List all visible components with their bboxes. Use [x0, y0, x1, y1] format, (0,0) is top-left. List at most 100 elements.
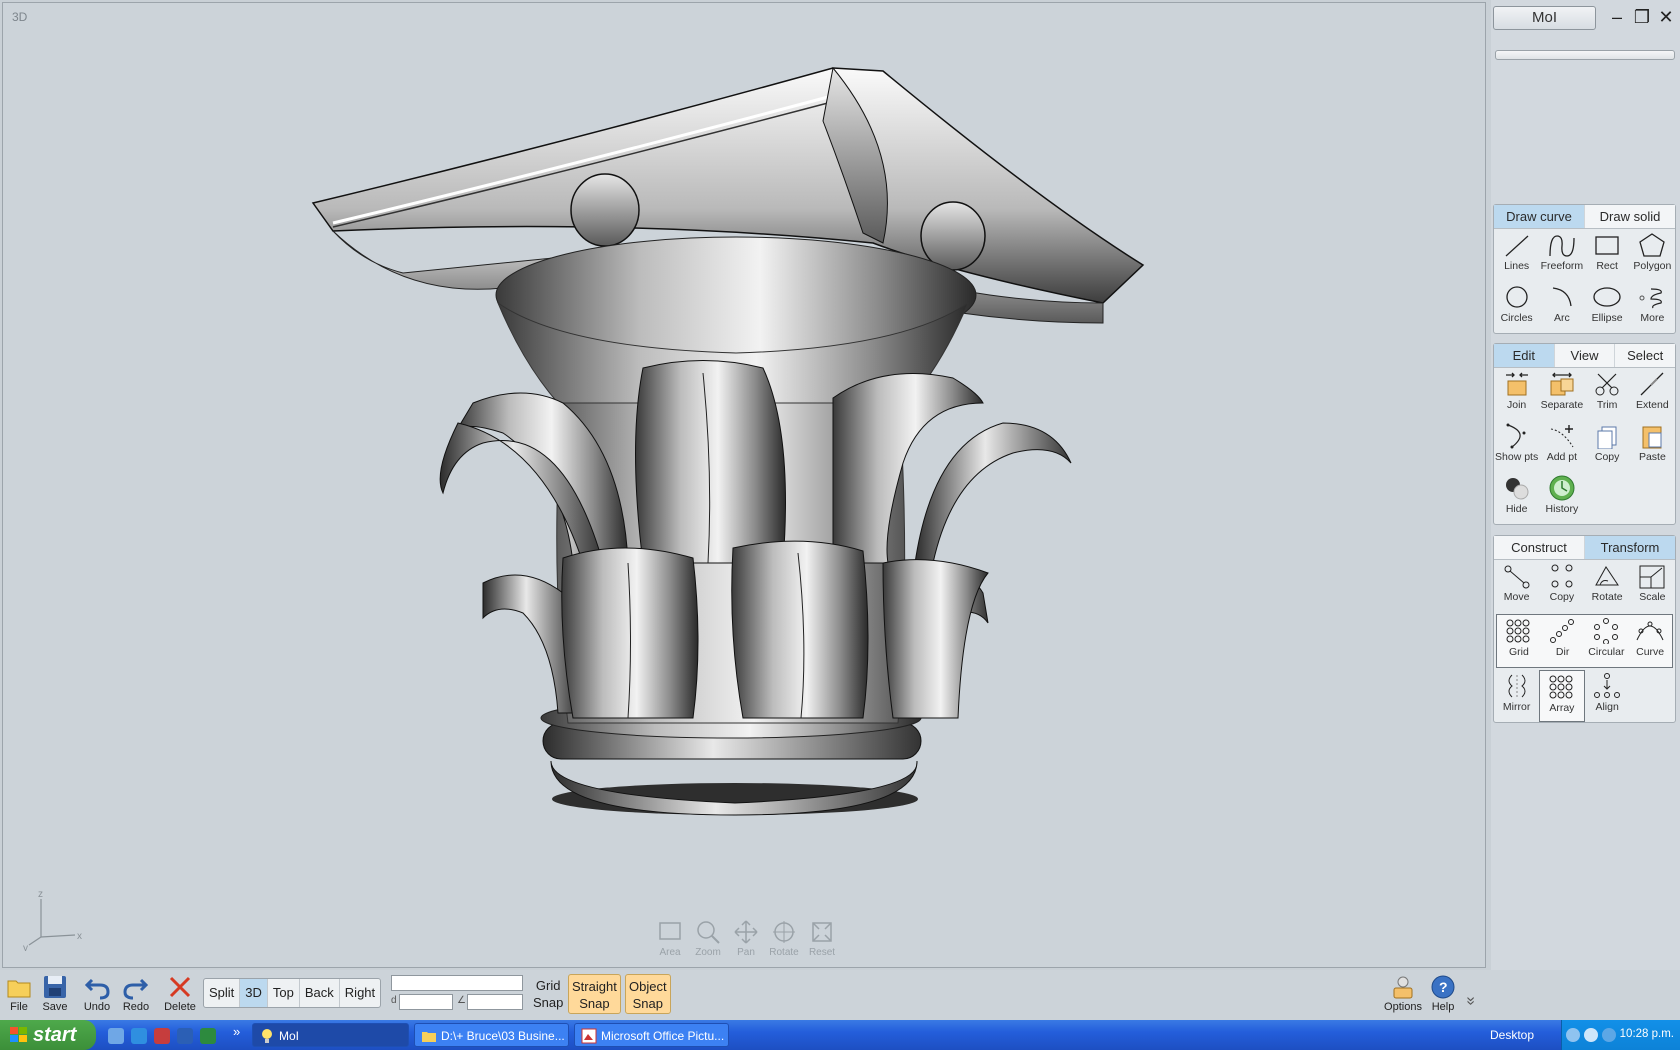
straight-snap-toggle[interactable]: Straight Snap	[568, 974, 621, 1014]
undo-button[interactable]: Undo	[78, 974, 116, 1013]
view-back-button[interactable]: Back	[300, 979, 340, 1007]
helix-icon	[1639, 288, 1663, 309]
tab-transform[interactable]: Transform	[1585, 536, 1675, 559]
coordinate-input[interactable]	[391, 975, 523, 991]
tool-rect[interactable]: Rect	[1585, 229, 1630, 281]
tool-copy-transform[interactable]: Copy	[1539, 560, 1584, 612]
tab-construct[interactable]: Construct	[1494, 536, 1585, 559]
viewport-3d[interactable]: 3D z x y Area Zoom Pan Rotate Reset	[2, 2, 1486, 968]
tool-lines[interactable]: Lines	[1494, 229, 1539, 281]
tool-circles-label: Circles	[1500, 312, 1533, 324]
redo-button[interactable]: Redo	[117, 974, 155, 1013]
tool-trim-label: Trim	[1596, 399, 1618, 411]
quicklaunch-desktop-icon[interactable]	[108, 1028, 124, 1044]
tool-more[interactable]: More	[1630, 281, 1675, 333]
edit-section: Edit View Select Join Separate Trim Exte…	[1493, 343, 1676, 525]
object-snap-toggle[interactable]: Object Snap	[625, 974, 671, 1014]
tool-move[interactable]: Move	[1494, 560, 1539, 612]
tool-trim[interactable]: Trim	[1585, 368, 1630, 420]
tray-app-icon[interactable]	[1602, 1028, 1616, 1042]
tab-edit[interactable]: Edit	[1494, 344, 1555, 367]
tool-scale-label: Scale	[1639, 591, 1666, 603]
tool-extend[interactable]: Extend	[1630, 368, 1675, 420]
tool-paste[interactable]: Paste	[1630, 420, 1675, 472]
save-button[interactable]: Save	[36, 974, 74, 1013]
start-button[interactable]: start	[0, 1020, 96, 1050]
quicklaunch-excel-icon[interactable]	[200, 1028, 216, 1044]
grid-snap-toggle[interactable]: Grid Snap	[530, 974, 566, 1014]
maximize-button[interactable]: ❐	[1631, 6, 1653, 30]
task-explorer-label: D:\+ Bruce\03 Busine...	[441, 1029, 565, 1043]
tool-array-curve[interactable]: Curve	[1628, 615, 1672, 667]
tool-copy[interactable]: Copy	[1585, 420, 1630, 472]
tool-join[interactable]: Join	[1494, 368, 1539, 420]
tool-align[interactable]: Align	[1585, 670, 1630, 722]
tool-history[interactable]: History	[1539, 472, 1584, 524]
tool-add-pt[interactable]: Add pt	[1539, 420, 1584, 472]
tool-rotate[interactable]: Rotate	[1585, 560, 1630, 612]
tool-more-label: More	[1640, 312, 1665, 324]
delete-button[interactable]: Delete	[161, 974, 199, 1013]
tool-freeform[interactable]: Freeform	[1539, 229, 1584, 281]
zoom-icon	[697, 921, 720, 944]
separate-icon	[1550, 372, 1574, 396]
folder-icon	[422, 1032, 436, 1042]
tool-array-grid[interactable]: Grid	[1497, 615, 1541, 667]
nav-zoom-button[interactable]: Zoom	[691, 919, 725, 958]
hide-icon	[1505, 478, 1529, 500]
tool-hide[interactable]: Hide	[1494, 472, 1539, 524]
system-tray: 10:28 p.m.	[1561, 1020, 1680, 1050]
quicklaunch-ie-icon[interactable]	[131, 1028, 147, 1044]
nav-area-button[interactable]: Area	[653, 919, 687, 958]
help-button[interactable]: ? Help	[1424, 974, 1462, 1013]
pan-icon	[734, 920, 758, 944]
view-3d-button[interactable]: 3D	[240, 979, 268, 1007]
nav-reset-button[interactable]: Reset	[805, 919, 839, 958]
options-label: Options	[1384, 1001, 1422, 1013]
quicklaunch-more-icon[interactable]: »	[233, 1024, 240, 1039]
tray-network-icon[interactable]	[1584, 1028, 1598, 1042]
quicklaunch-word-icon[interactable]	[177, 1028, 193, 1044]
quicklaunch-pdf-icon[interactable]	[154, 1028, 170, 1044]
reset-icon	[812, 922, 832, 942]
collapse-icon[interactable]: »	[1461, 997, 1479, 1006]
nav-pan-button[interactable]: Pan	[729, 919, 763, 958]
tray-expand-icon[interactable]	[1566, 1028, 1580, 1042]
tool-array[interactable]: Array	[1539, 670, 1585, 722]
distance-input[interactable]	[399, 994, 453, 1010]
tool-array-circular[interactable]: Circular	[1585, 615, 1629, 667]
moi-bulb-icon	[262, 1029, 272, 1043]
corinthian-capital-model[interactable]	[3, 3, 1486, 968]
axis-gizmo: z x y	[23, 891, 82, 951]
tool-circles[interactable]: Circles	[1494, 281, 1539, 333]
tool-scale[interactable]: Scale	[1630, 560, 1675, 612]
tab-draw-solid[interactable]: Draw solid	[1585, 205, 1675, 228]
nav-rotate-button[interactable]: Rotate	[767, 919, 801, 958]
tab-view[interactable]: View	[1554, 344, 1616, 367]
desktop-toolbar-label[interactable]: Desktop	[1490, 1028, 1534, 1042]
close-button[interactable]: ✕	[1655, 6, 1677, 30]
tool-show-pts[interactable]: Show pts	[1494, 420, 1539, 472]
tab-select[interactable]: Select	[1615, 344, 1676, 367]
tool-polygon[interactable]: Polygon	[1630, 229, 1675, 281]
tab-draw-curve[interactable]: Draw curve	[1494, 205, 1585, 228]
task-explorer[interactable]: D:\+ Bruce\03 Busine...	[414, 1023, 569, 1047]
task-moi[interactable]: MoI	[252, 1023, 409, 1047]
angle-input[interactable]	[467, 994, 523, 1010]
file-button[interactable]: File	[0, 974, 38, 1013]
tool-separate[interactable]: Separate	[1539, 368, 1584, 420]
tool-mirror[interactable]: Mirror	[1494, 670, 1539, 722]
align-icon	[1594, 673, 1621, 698]
nav-zoom-label: Zoom	[695, 947, 721, 958]
tool-array-dir[interactable]: Dir	[1541, 615, 1585, 667]
view-split-button[interactable]: Split	[204, 979, 241, 1007]
clock: 10:28 p.m.	[1619, 1028, 1674, 1040]
tool-arc[interactable]: Arc	[1539, 281, 1584, 333]
view-right-button[interactable]: Right	[340, 979, 380, 1007]
options-button[interactable]: Options	[1382, 974, 1424, 1013]
app-title[interactable]: MoI	[1493, 6, 1596, 30]
minimize-button[interactable]: –	[1606, 6, 1628, 30]
tool-ellipse[interactable]: Ellipse	[1585, 281, 1630, 333]
view-top-button[interactable]: Top	[268, 979, 300, 1007]
task-picture-manager[interactable]: Microsoft Office Pictu...	[574, 1023, 729, 1047]
